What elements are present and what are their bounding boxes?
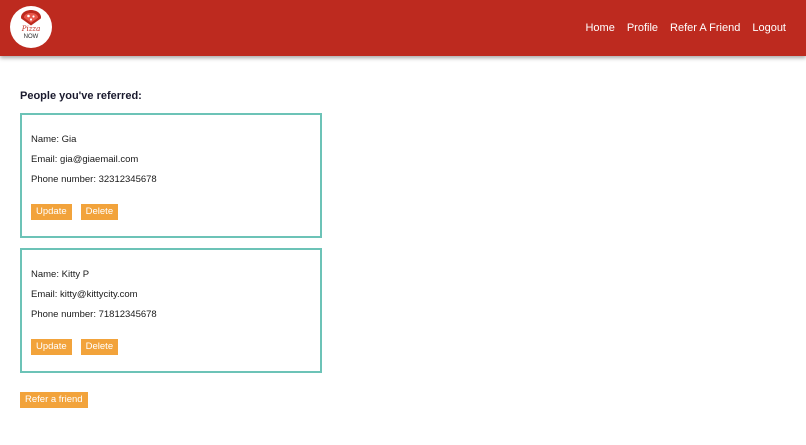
refer-a-friend-button[interactable]: Refer a friend [20,392,88,408]
pizza-now-logo[interactable]: Pizza NOW [10,6,52,48]
referral-actions: Update Delete [31,204,119,220]
referral-email: Email: kitty@kittycity.com [31,289,138,300]
referral-email: Email: gia@giaemail.com [31,154,139,165]
logo-word-now: NOW [23,34,39,40]
nav-profile[interactable]: Profile [627,21,658,35]
delete-button[interactable]: Delete [80,339,119,355]
referral-card: Name: Gia Email: gia@giaemail.com Phone … [20,113,322,238]
top-navbar: Pizza NOW Home Profile Refer A Friend Lo… [0,0,806,56]
referral-name: Name: Kitty P [31,269,90,280]
nav-refer-a-friend[interactable]: Refer A Friend [670,21,740,35]
referral-name: Name: Gia [31,134,77,145]
delete-button[interactable]: Delete [80,204,119,220]
update-button[interactable]: Update [31,204,72,220]
nav-logout[interactable]: Logout [752,21,786,35]
logo-word-pizza: Pizza [21,25,41,33]
nav-home[interactable]: Home [585,21,614,35]
referral-card: Name: Kitty P Email: kitty@kittycity.com… [20,248,322,373]
page-title: People you've referred: [20,90,142,102]
referral-phone: Phone number: 32312345678 [31,174,157,185]
update-button[interactable]: Update [31,339,72,355]
nav-links: Home Profile Refer A Friend Logout [585,21,786,35]
referral-actions: Update Delete [31,339,119,355]
referral-phone: Phone number: 71812345678 [31,309,157,320]
